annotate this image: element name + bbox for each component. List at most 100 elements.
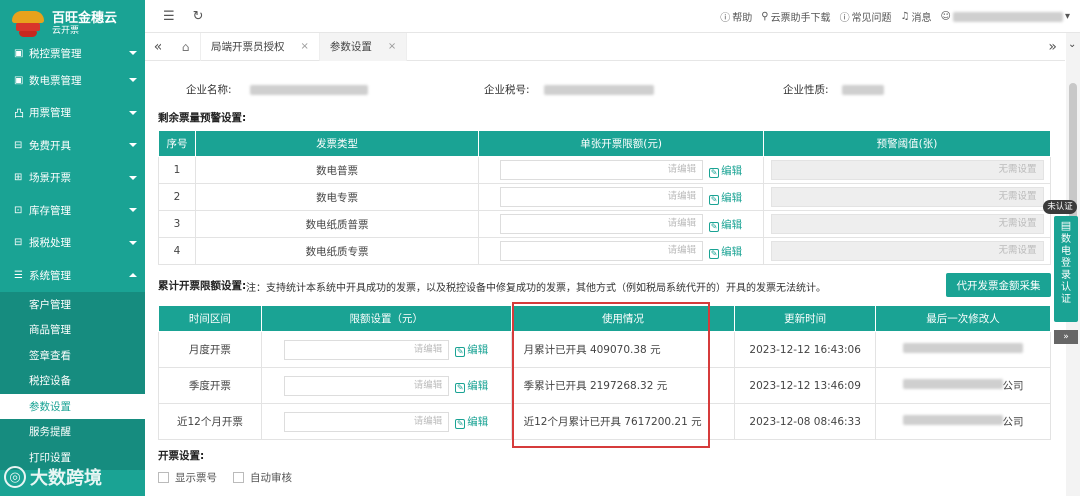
sidebar-item-system[interactable]: ☰ 系统管理 xyxy=(0,259,145,292)
collapse-panel-icon[interactable]: » xyxy=(1054,330,1078,344)
help-icon: ⓘ xyxy=(720,13,731,24)
home-icon[interactable]: ⌂ xyxy=(171,32,201,61)
chevron-down-icon xyxy=(129,208,137,213)
faq-link[interactable]: ⓘ 常见问题 xyxy=(840,9,892,24)
edit-button[interactable]: ✎ 编辑 xyxy=(455,344,488,357)
modifier-redacted xyxy=(902,415,1003,425)
tab-parameters[interactable]: 参数设置 × xyxy=(319,32,408,61)
sidebar-subitem-products[interactable]: 商品管理 xyxy=(0,317,145,343)
watermark: ◎ 大数跨境 xyxy=(4,464,102,490)
edit-button[interactable]: ✎ 编辑 xyxy=(455,416,488,429)
sidebar-item-label: 免费开具 xyxy=(29,139,71,152)
sidebar-item-inventory[interactable]: ⊡ 库存管理 xyxy=(0,194,145,227)
table-row: 近12个月开票 请编辑 ✎ 编辑 近12个月累计已开具 7617200.21 元 2… xyxy=(158,403,1051,440)
updated-time: 2023-12-08 08:46:33 xyxy=(734,403,877,440)
watermark-logo-icon: ◎ xyxy=(4,466,26,488)
close-icon[interactable]: × xyxy=(388,41,396,52)
sidebar-item-tax-control[interactable]: ▣ 税控票管理 xyxy=(0,42,145,64)
sidebar-item-tax-filing[interactable]: ⊟ 报税处理 xyxy=(0,227,145,260)
chevron-down-icon xyxy=(129,143,137,148)
company-name-label: 企业名称: xyxy=(186,84,232,96)
column-header: 时间区间 xyxy=(158,305,262,332)
table-row: 3 数电纸质普票 请编辑 ✎ 编辑 无需设置 xyxy=(158,210,1051,238)
tab-authorization[interactable]: 局端开票员授权 × xyxy=(201,32,320,61)
digital-login-auth-button[interactable]: ▤ 数电登录认证 xyxy=(1054,216,1078,322)
report-icon: ⊟ xyxy=(14,237,23,249)
company-name-redacted xyxy=(250,85,368,95)
invoice-icon: ▣ xyxy=(14,74,24,86)
sidebar-item-label: 场景开票 xyxy=(29,172,71,185)
limit-input[interactable]: 请编辑 xyxy=(284,375,450,396)
usage-cell: 近12个月累计已开具 7617200.21 元 xyxy=(510,403,736,440)
usage-cell: 月累计已开具 409070.38 元 xyxy=(510,331,736,368)
sidebar-item-ticket-usage[interactable]: 凸 用票管理 xyxy=(0,97,145,130)
limit-input[interactable]: 请编辑 xyxy=(500,160,704,180)
limit-input[interactable]: 请编辑 xyxy=(500,187,704,207)
cumulative-limit-note: 注：支持统计本系统中开具成功的发票，以及税控设备中修复成功的发票，其他方式（例如… xyxy=(246,283,826,294)
limit-input[interactable]: 请编辑 xyxy=(284,339,450,360)
sidebar-item-scenario-invoice[interactable]: ⊞ 场景开票 xyxy=(0,162,145,195)
document-icon: ⊟ xyxy=(14,139,23,151)
limit-input[interactable]: 请编辑 xyxy=(500,241,704,261)
threshold-input: 无需设置 xyxy=(770,187,1044,207)
sidebar-item-label: 库存管理 xyxy=(29,204,71,217)
chevron-down-icon xyxy=(129,240,137,245)
sidebar-item-free-issue[interactable]: ⊟ 免费开具 xyxy=(0,129,145,162)
company-nature-label: 企业性质: xyxy=(783,84,829,96)
close-icon[interactable]: × xyxy=(301,41,309,52)
sidebar-subitem-reminders[interactable]: 服务提醒 xyxy=(0,419,145,445)
edit-button[interactable]: ✎ 编辑 xyxy=(709,219,742,232)
sidebar-subitem-devices[interactable]: 税控设备 xyxy=(0,368,145,394)
tabs-scroll-right-icon[interactable]: » xyxy=(1048,39,1057,55)
edit-icon: ✎ xyxy=(709,221,720,232)
limit-input[interactable]: 请编辑 xyxy=(500,214,704,234)
limit-input[interactable]: 请编辑 xyxy=(284,411,450,432)
ticket-icon: ▣ xyxy=(14,47,24,59)
threshold-input: 无需设置 xyxy=(770,160,1044,180)
collect-amount-button[interactable]: 代开发票金额采集 xyxy=(946,273,1051,297)
chevron-down-icon[interactable]: ⌄ xyxy=(1068,39,1076,50)
edit-icon: ✎ xyxy=(455,347,466,357)
invoice-settings-title: 开票设置: xyxy=(158,450,205,462)
edit-icon: ✎ xyxy=(455,383,466,393)
updated-time: 2023-12-12 16:43:06 xyxy=(734,331,877,368)
show-number-checkbox[interactable] xyxy=(158,472,169,483)
modifier-redacted xyxy=(903,343,1024,353)
user-menu[interactable]: ☺ ▾ xyxy=(941,11,1070,22)
sidebar-item-label: 用票管理 xyxy=(29,107,71,120)
table-row: 季度开票 请编辑 ✎ 编辑 季累计已开具 2197268.32 元 2023-12-… xyxy=(158,367,1051,404)
chevron-down-icon xyxy=(129,175,137,180)
modifier-redacted xyxy=(902,379,1003,389)
edit-icon: ✎ xyxy=(709,194,720,205)
auto-review-checkbox[interactable] xyxy=(233,472,244,483)
menu-collapse-icon[interactable]: ☰ xyxy=(163,9,175,24)
watermark-text: 大数跨境 xyxy=(30,468,102,489)
download-icon: ⚲ xyxy=(761,11,769,22)
system-submenu: 客户管理 商品管理 签章查看 税控设备 参数设置 服务提醒 打印设置 xyxy=(0,291,145,470)
edit-button[interactable]: ✎ 编辑 xyxy=(709,192,742,205)
app-logo[interactable]: 百旺金穗云 云开票 xyxy=(0,0,145,48)
edit-button[interactable]: ✎ 编辑 xyxy=(709,246,742,259)
sidebar-subitem-parameters[interactable]: 参数设置 xyxy=(0,393,145,419)
auth-label: 数电登录认证 xyxy=(1061,234,1071,305)
chevron-down-icon xyxy=(129,51,137,55)
table-row: 1 数电普票 请编辑 ✎ 编辑 无需设置 xyxy=(158,156,1051,184)
column-header: 序号 xyxy=(158,130,196,157)
messages-link[interactable]: ♫ 消息 xyxy=(901,9,932,24)
invoice-settings-options: 显示票号 自动审核 xyxy=(158,470,292,485)
refresh-icon[interactable]: ↻ xyxy=(193,9,204,24)
sidebar-item-digital-invoice[interactable]: ▣ 数电票管理 xyxy=(0,64,145,97)
threshold-input: 无需设置 xyxy=(770,214,1044,234)
company-info: 企业名称: 企业税号: 企业性质: xyxy=(158,82,1054,98)
download-link[interactable]: ⚲ 云票助手下载 xyxy=(761,9,830,24)
bell-icon: ♫ xyxy=(900,11,910,22)
edit-button[interactable]: ✎ 编辑 xyxy=(709,165,742,178)
unverified-badge: 未认证 xyxy=(1043,200,1077,214)
edit-icon: ✎ xyxy=(709,167,720,178)
help-link[interactable]: ⓘ 帮助 xyxy=(720,9,752,24)
edit-button[interactable]: ✎ 编辑 xyxy=(455,380,488,393)
tabs-scroll-left-icon[interactable]: « xyxy=(145,39,171,55)
sidebar-subitem-customers[interactable]: 客户管理 xyxy=(0,292,145,318)
sidebar-subitem-signatures[interactable]: 签章查看 xyxy=(0,343,145,369)
show-number-label: 显示票号 xyxy=(175,472,217,484)
